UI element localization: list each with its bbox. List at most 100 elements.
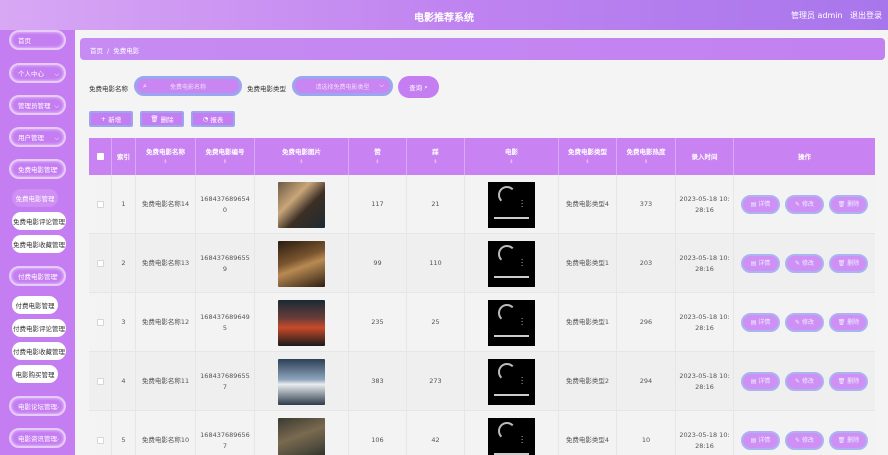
row-delete-button[interactable]: 🗑 删除 xyxy=(829,254,868,273)
more-vertical-icon[interactable]: · · · xyxy=(521,433,523,446)
detail-button[interactable]: ▤ 详情 xyxy=(741,195,780,214)
sidebar-sub-free-comments[interactable]: 免费电影评论管理 xyxy=(12,212,66,230)
header-label: 踩 xyxy=(432,147,439,156)
sidebar-item-profile[interactable]: 个人中心 ⌵ xyxy=(9,63,66,83)
row-checkbox[interactable] xyxy=(96,201,104,208)
header-dislikes[interactable]: 踩 ⇕ xyxy=(407,138,465,175)
detail-button[interactable]: ▤ 详情 xyxy=(741,431,780,450)
sidebar-sub-free-favorites[interactable]: 免费电影收藏管理 xyxy=(12,235,66,253)
header-name[interactable]: 免费电影名称 ⇕ xyxy=(136,138,196,175)
row-delete-button[interactable]: 🗑 删除 xyxy=(829,313,868,332)
breadcrumb-home[interactable]: 首页 xyxy=(90,47,103,55)
more-vertical-icon[interactable]: · · · xyxy=(521,374,523,387)
row-checkbox[interactable] xyxy=(96,437,104,444)
detail-icon: ▤ xyxy=(750,319,757,326)
video-player[interactable]: · · · xyxy=(488,299,535,346)
movie-poster-image[interactable] xyxy=(278,358,325,405)
cell-image xyxy=(255,411,349,455)
sidebar-item-forum[interactable]: 电影论坛管理 ⌵ xyxy=(9,396,66,416)
sidebar-item-home[interactable]: 首页 xyxy=(9,30,66,50)
delete-button[interactable]: 🗑 删除 xyxy=(140,111,184,127)
row-delete-button[interactable]: 🗑 删除 xyxy=(829,195,868,214)
trash-icon: 🗑 xyxy=(837,260,846,267)
cell-index: 3 xyxy=(112,293,136,352)
row-checkbox[interactable] xyxy=(96,319,104,326)
row-select[interactable] xyxy=(89,411,112,455)
sidebar-sub-paid-movies[interactable]: 付费电影管理 xyxy=(12,296,58,314)
add-button[interactable]: + 新增 xyxy=(89,111,133,127)
detail-button[interactable]: ▤ 详情 xyxy=(741,372,780,391)
sidebar-item-free-movies[interactable]: 免费电影管理 ⌃ xyxy=(9,159,66,179)
video-progress-bar[interactable] xyxy=(494,216,529,219)
video-progress-bar[interactable] xyxy=(494,275,529,278)
delete-label: 删除 xyxy=(847,201,860,208)
detail-button[interactable]: ▤ 详情 xyxy=(741,313,780,332)
edit-button[interactable]: ✎ 修改 xyxy=(785,195,824,214)
header-code[interactable]: 免费电影编号 ⇕ xyxy=(196,138,255,175)
video-player[interactable]: · · · xyxy=(488,417,535,455)
sidebar-sub-free-movies[interactable]: 免费电影管理 xyxy=(12,189,58,207)
cell-image xyxy=(255,175,349,234)
header-image[interactable]: 免费电影图片 ⇕ xyxy=(255,138,349,175)
header-video[interactable]: 电影 ⇕ xyxy=(465,138,559,175)
name-search-input[interactable]: ⌕ 免费电影名称 xyxy=(134,76,242,96)
sidebar-sub-purchases[interactable]: 电影购买管理 xyxy=(12,365,58,383)
video-player[interactable]: · · · xyxy=(488,240,535,287)
more-vertical-icon[interactable]: · · · xyxy=(521,315,523,328)
sidebar-item-admins[interactable]: 管理员管理 ⌵ xyxy=(9,95,66,115)
edit-button[interactable]: ✎ 修改 xyxy=(785,431,824,450)
movie-poster-image[interactable] xyxy=(278,240,325,287)
logout-link[interactable]: 退出登录 xyxy=(850,10,882,21)
row-select[interactable] xyxy=(89,352,112,411)
edit-label: 修改 xyxy=(801,201,814,208)
cell-time: 2023-05-18 10: 28:16 xyxy=(676,411,734,455)
cell-video: · · · xyxy=(465,234,559,293)
report-button[interactable]: ◔ 报表 xyxy=(191,111,235,127)
edit-button[interactable]: ✎ 修改 xyxy=(785,254,824,273)
header-select-all[interactable] xyxy=(89,138,112,175)
header-likes[interactable]: 赞 ⇕ xyxy=(349,138,407,175)
type-value: 免费电影类型1 xyxy=(565,259,610,267)
sidebar-item-users[interactable]: 用户管理 ⌵ xyxy=(9,127,66,147)
select-all-checkbox[interactable] xyxy=(96,153,104,160)
video-player[interactable]: · · · xyxy=(488,181,535,228)
edit-button[interactable]: ✎ 修改 xyxy=(785,313,824,332)
sidebar-sub-paid-favorites[interactable]: 付费电影收藏管理 xyxy=(12,342,66,360)
header-heat[interactable]: 免费电影热度 ⇕ xyxy=(617,138,676,175)
delete-label: 删除 xyxy=(847,319,860,326)
time-line-1: 2023-05-18 10: xyxy=(679,194,730,203)
table-row: 4 免费电影名称11 168437689655 7 383 273 · · · 免费电影类型2 29… xyxy=(89,352,875,411)
movie-poster-image[interactable] xyxy=(278,181,325,228)
row-select[interactable] xyxy=(89,293,112,352)
edit-button[interactable]: ✎ 修改 xyxy=(785,372,824,391)
row-delete-button[interactable]: 🗑 删除 xyxy=(829,431,868,450)
video-player[interactable]: · · · xyxy=(488,358,535,405)
query-button[interactable]: 查询 ⌕ xyxy=(398,76,439,98)
sidebar-sub-paid-comments[interactable]: 付费电影评论管理 xyxy=(12,319,66,337)
movie-poster-image[interactable] xyxy=(278,299,325,346)
row-select[interactable] xyxy=(89,234,112,293)
type-select[interactable]: 请选择免费电影类型 ⌵ xyxy=(292,76,393,96)
video-progress-bar[interactable] xyxy=(494,393,529,396)
breadcrumb: 首页 / 免费电影 xyxy=(80,38,885,60)
sort-icon: ⇕ xyxy=(643,158,649,165)
cell-name: 免费电影名称10 xyxy=(136,411,196,455)
header-type[interactable]: 免费电影类型 ⇕ xyxy=(559,138,617,175)
header-label: 电影 xyxy=(505,147,518,156)
more-vertical-icon[interactable]: · · · xyxy=(521,197,523,210)
video-progress-bar[interactable] xyxy=(494,452,529,455)
row-checkbox[interactable] xyxy=(96,260,104,267)
detail-icon: ▤ xyxy=(750,437,757,444)
sidebar-item-news[interactable]: 电影资讯管理 ⌵ xyxy=(9,428,66,448)
row-delete-button[interactable]: 🗑 删除 xyxy=(829,372,868,391)
chevron-down-icon: ⌵ xyxy=(379,82,384,89)
row-select[interactable] xyxy=(89,175,112,234)
row-checkbox[interactable] xyxy=(96,378,104,385)
cell-heat: 10 xyxy=(617,411,676,455)
sidebar-item-paid-movies[interactable]: 付费电影管理 ⌃ xyxy=(9,266,66,286)
name-value: 免费电影名称13 xyxy=(141,259,190,267)
more-vertical-icon[interactable]: · · · xyxy=(521,256,523,269)
movie-poster-image[interactable] xyxy=(278,417,325,455)
video-progress-bar[interactable] xyxy=(494,334,529,337)
detail-button[interactable]: ▤ 详情 xyxy=(741,254,780,273)
